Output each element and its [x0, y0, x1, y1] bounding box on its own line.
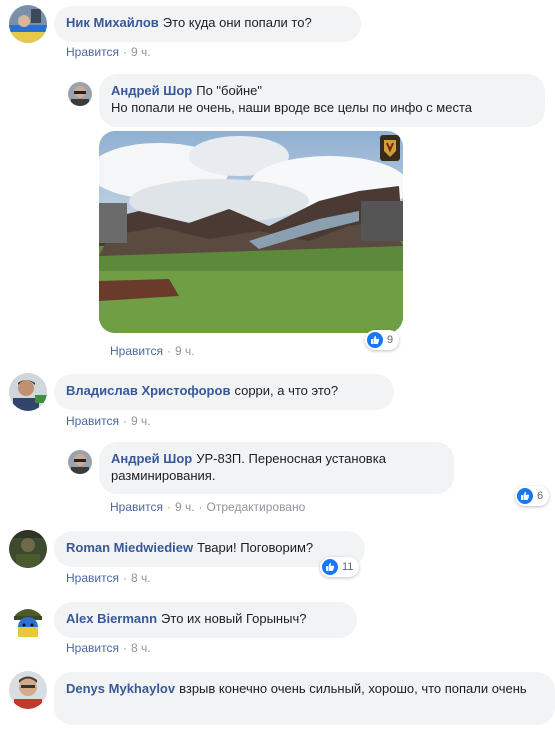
- like-link[interactable]: Нравится: [110, 500, 163, 514]
- like-link[interactable]: Нравится: [66, 641, 119, 655]
- separator: ·: [122, 641, 127, 655]
- comment-text: Это куда они попали то?: [162, 15, 312, 30]
- avatar[interactable]: [9, 373, 47, 411]
- like-link[interactable]: Нравится: [110, 344, 163, 358]
- avatar[interactable]: [9, 5, 47, 43]
- comment-text: Твари! Поговорим?: [197, 540, 314, 555]
- comment-author[interactable]: Alex Biermann: [66, 611, 157, 626]
- like-thumb-icon: [367, 332, 383, 348]
- comment-text: Это их новый Горыныч?: [161, 611, 307, 626]
- separator: ·: [198, 500, 203, 514]
- separator: ·: [122, 414, 127, 428]
- edited-label[interactable]: Отредактировано: [207, 500, 306, 514]
- comment-photo[interactable]: [99, 131, 403, 333]
- reaction-count[interactable]: 6: [515, 486, 550, 506]
- like-thumb-icon: [517, 488, 533, 504]
- comment-author[interactable]: Roman Miedwiediew: [66, 540, 193, 555]
- comment-text-line2: Но попали не очень, наши вроде все целы …: [111, 100, 473, 115]
- avatar[interactable]: [9, 530, 47, 568]
- separator: ·: [166, 500, 171, 514]
- comment-actions: Нравится · 9 ч.: [66, 45, 151, 59]
- comment-text: взрыв конечно очень сильный, хорошо, что…: [179, 681, 527, 696]
- comment-bubble: Denys Mykhaylov взрыв конечно очень сильн…: [54, 672, 555, 725]
- comment-bubble: Андрей Шор УР-83П. Переносная установка р…: [99, 442, 454, 494]
- comment-actions: Нравится · 9 ч. · Отредактировано: [110, 500, 305, 514]
- avatar[interactable]: [9, 601, 47, 639]
- timestamp[interactable]: 9 ч.: [175, 344, 195, 358]
- reaction-count[interactable]: 11: [320, 557, 360, 577]
- comment-actions: Нравится · 9 ч.: [110, 344, 195, 358]
- like-link[interactable]: Нравится: [66, 45, 119, 59]
- comment-author[interactable]: Владислав Христофоров: [66, 383, 230, 398]
- reaction-number: 6: [537, 490, 544, 502]
- comment-text: По "бойне": [196, 83, 262, 98]
- separator: ·: [122, 571, 127, 585]
- avatar[interactable]: [68, 450, 92, 474]
- avatar[interactable]: [9, 671, 47, 709]
- comment-actions: Нравится · 8 ч.: [66, 641, 151, 655]
- like-link[interactable]: Нравится: [66, 571, 119, 585]
- comment-text: сорри, а что это?: [234, 383, 339, 398]
- comment-actions: Нравится · 8 ч.: [66, 571, 151, 585]
- reaction-number: 11: [342, 561, 354, 573]
- reaction-number: 9: [387, 334, 394, 346]
- separator: ·: [122, 45, 127, 59]
- separator: ·: [166, 344, 171, 358]
- timestamp[interactable]: 8 ч.: [131, 571, 151, 585]
- timestamp[interactable]: 8 ч.: [131, 641, 151, 655]
- comment-author[interactable]: Андрей Шор: [111, 451, 192, 466]
- timestamp[interactable]: 9 ч.: [175, 500, 195, 514]
- comment-author[interactable]: Denys Mykhaylov: [66, 681, 175, 696]
- comment-actions: Нравится · 9 ч.: [66, 414, 151, 428]
- like-thumb-icon: [322, 559, 338, 575]
- timestamp[interactable]: 9 ч.: [131, 414, 151, 428]
- reaction-count[interactable]: 9: [365, 330, 400, 350]
- comment-bubble: Alex Biermann Это их новый Горыныч?: [54, 602, 357, 638]
- comment-bubble: Ник Михайлов Это куда они попали то?: [54, 6, 361, 42]
- comment-bubble: Roman Miedwiediew Твари! Поговорим?: [54, 531, 365, 567]
- comment-author[interactable]: Ник Михайлов: [66, 15, 159, 30]
- like-link[interactable]: Нравится: [66, 414, 119, 428]
- comment-bubble: Владислав Христофоров сорри, а что это?: [54, 374, 394, 410]
- avatar[interactable]: [68, 82, 92, 106]
- comment-author[interactable]: Андрей Шор: [111, 83, 192, 98]
- comment-bubble: Андрей Шор По "бойне" Но попали не очень,…: [99, 74, 545, 127]
- timestamp[interactable]: 9 ч.: [131, 45, 151, 59]
